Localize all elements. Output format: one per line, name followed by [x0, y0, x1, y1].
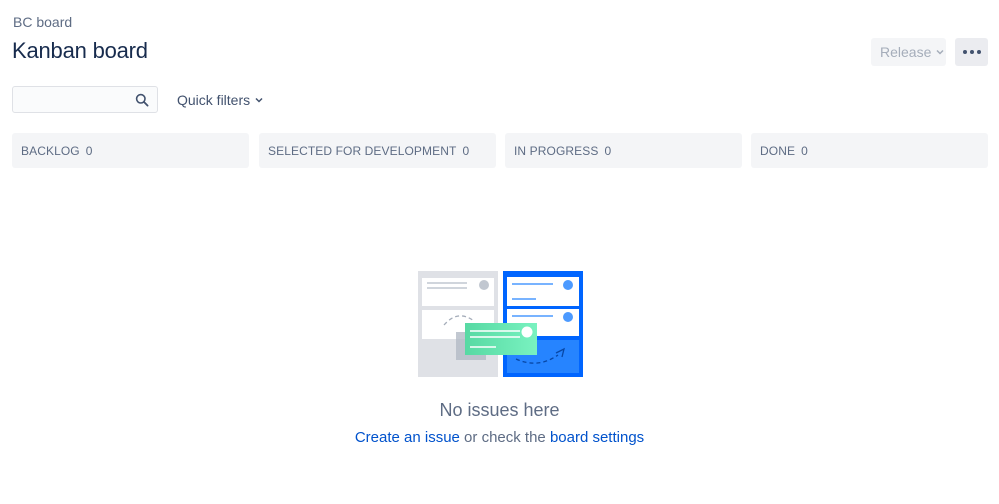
- search-field[interactable]: [12, 86, 158, 113]
- create-issue-link[interactable]: Create an issue: [355, 429, 460, 446]
- release-label: Release: [880, 44, 932, 60]
- release-button[interactable]: Release: [871, 38, 946, 66]
- column-header-in-progress: IN PROGRESS 0: [505, 133, 742, 168]
- column-title: BACKLOG: [21, 143, 80, 158]
- chevron-down-icon: [255, 97, 263, 103]
- column-header-selected-for-development: SELECTED FOR DEVELOPMENT 0: [259, 133, 496, 168]
- search-input[interactable]: [13, 87, 128, 112]
- column-count: 0: [85, 143, 93, 158]
- page-title: Kanban board: [12, 38, 148, 63]
- empty-board-illustration: [418, 271, 583, 377]
- more-icon: [976, 50, 981, 54]
- quick-filters-dropdown[interactable]: Quick filters: [177, 92, 263, 108]
- more-button[interactable]: [955, 38, 988, 66]
- column-title: IN PROGRESS: [514, 143, 599, 158]
- column-title: SELECTED FOR DEVELOPMENT: [268, 143, 457, 158]
- breadcrumb[interactable]: BC board: [13, 14, 72, 30]
- more-icon: [962, 50, 967, 54]
- column-count: 0: [801, 143, 808, 158]
- column-header-backlog: BACKLOG 0: [12, 133, 249, 168]
- column-header-done: DONE 0: [751, 133, 988, 168]
- chevron-down-icon: [936, 49, 944, 55]
- empty-state-message: Create an issue or check the board setti…: [0, 429, 999, 446]
- empty-state-middle-text: or check the: [459, 429, 550, 446]
- empty-state-title: No issues here: [439, 400, 560, 420]
- more-icon: [969, 50, 974, 54]
- column-count: 0: [604, 143, 612, 158]
- search-icon[interactable]: [135, 93, 149, 107]
- column-count: 0: [462, 143, 470, 158]
- quick-filters-label: Quick filters: [177, 92, 251, 108]
- column-title: DONE: [760, 143, 796, 158]
- board-settings-link[interactable]: board settings: [550, 429, 644, 446]
